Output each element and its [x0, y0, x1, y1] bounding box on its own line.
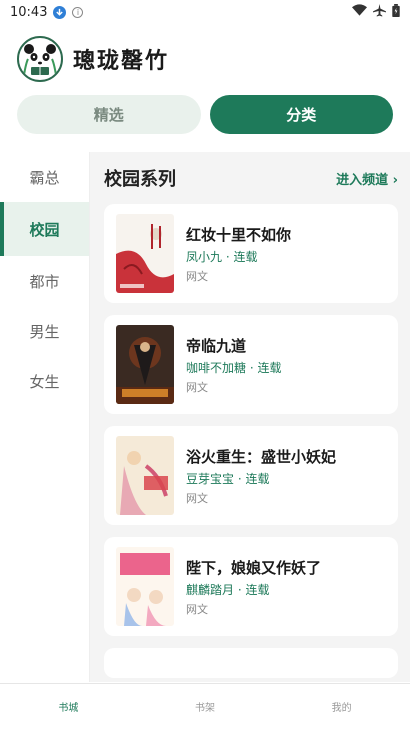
bottom-nav: 书城 书架 我的	[0, 683, 410, 729]
category-sidebar: 霸总 校园 都市 男生 女生	[0, 152, 90, 682]
book-info: 红妆十里不如你 凤小九 · 连载 网文	[186, 224, 291, 284]
book-cover	[116, 325, 174, 404]
tab-featured[interactable]: 精选	[17, 95, 201, 134]
section-title: 校园系列	[104, 169, 176, 190]
sidebar-item-campus[interactable]: 校园	[0, 202, 89, 256]
book-title: 陛下，娘娘又作妖了	[186, 558, 322, 577]
info-icon: i	[72, 6, 84, 18]
book-author-status: 咖啡不加糖 · 连载	[186, 360, 282, 375]
app-screen: 10:43 i 璁珑罄竹 精选 分类 霸总 校园 都市 男生 女生 校园系列 进…	[0, 0, 410, 729]
book-tag: 网文	[186, 491, 208, 505]
book-card[interactable]: 浴火重生：盛世小妖妃 豆芽宝宝 · 连载 网文	[104, 426, 398, 525]
book-author-status: 凤小九 · 连载	[186, 249, 258, 264]
download-icon	[53, 5, 67, 19]
category-content: 霸总 校园 都市 男生 女生 校园系列 进入频道 › 红妆十里不如你 凤小九 ·…	[0, 152, 410, 682]
book-card[interactable]: 红妆十里不如你 凤小九 · 连载 网文	[104, 204, 398, 303]
sidebar-item-male[interactable]: 男生	[0, 306, 89, 356]
book-tag: 网文	[186, 269, 208, 283]
book-cover	[116, 436, 174, 515]
book-card[interactable]: 帝临九道 咖啡不加糖 · 连载 网文	[104, 315, 398, 414]
panda-logo-icon	[17, 36, 63, 82]
status-left: 10:43 i	[10, 4, 84, 20]
battery-icon	[392, 3, 400, 21]
book-cover	[116, 214, 174, 293]
nav-bookshelf[interactable]: 书架	[137, 684, 274, 729]
book-title: 红妆十里不如你	[186, 225, 292, 244]
top-tabs: 精选 分类	[17, 95, 393, 134]
app-header: 璁珑罄竹	[17, 36, 169, 82]
book-title: 帝临九道	[186, 336, 247, 355]
book-card[interactable]: 陛下，娘娘又作妖了 麒麟踏月 · 连载 网文	[104, 537, 398, 636]
book-list-panel: 校园系列 进入频道 › 红妆十里不如你 凤小九 · 连载 网文 帝临九道 咖啡不…	[90, 152, 410, 682]
tab-categories[interactable]: 分类	[209, 95, 393, 134]
nav-profile[interactable]: 我的	[273, 684, 410, 729]
book-title: 浴火重生：盛世小妖妃	[186, 447, 337, 466]
status-time: 10:43	[10, 4, 48, 20]
book-tag: 网文	[186, 380, 208, 394]
book-cover	[116, 547, 174, 626]
book-author-status: 豆芽宝宝 · 连载	[186, 471, 270, 486]
app-title: 璁珑罄竹	[73, 49, 170, 74]
sidebar-item-ceo[interactable]: 霸总	[0, 152, 89, 202]
airplane-icon	[373, 3, 386, 21]
sidebar-item-female[interactable]: 女生	[0, 356, 89, 406]
sidebar-item-urban[interactable]: 都市	[0, 256, 89, 306]
nav-bookstore[interactable]: 书城	[0, 684, 137, 729]
status-bar: 10:43 i	[0, 0, 410, 24]
status-right	[352, 3, 400, 21]
book-info: 浴火重生：盛世小妖妃 豆芽宝宝 · 连载 网文	[186, 446, 336, 506]
book-tag: 网文	[186, 602, 208, 616]
wifi-icon	[352, 4, 367, 20]
book-author-status: 麒麟踏月 · 连载	[186, 582, 270, 597]
book-info: 帝临九道 咖啡不加糖 · 连载 网文	[186, 335, 281, 395]
enter-channel-link[interactable]: 进入频道 ›	[336, 169, 398, 188]
book-info: 陛下，娘娘又作妖了 麒麟踏月 · 连载 网文	[186, 557, 321, 617]
book-card-partial[interactable]	[104, 648, 398, 678]
section-header: 校园系列 进入频道 ›	[104, 152, 398, 204]
